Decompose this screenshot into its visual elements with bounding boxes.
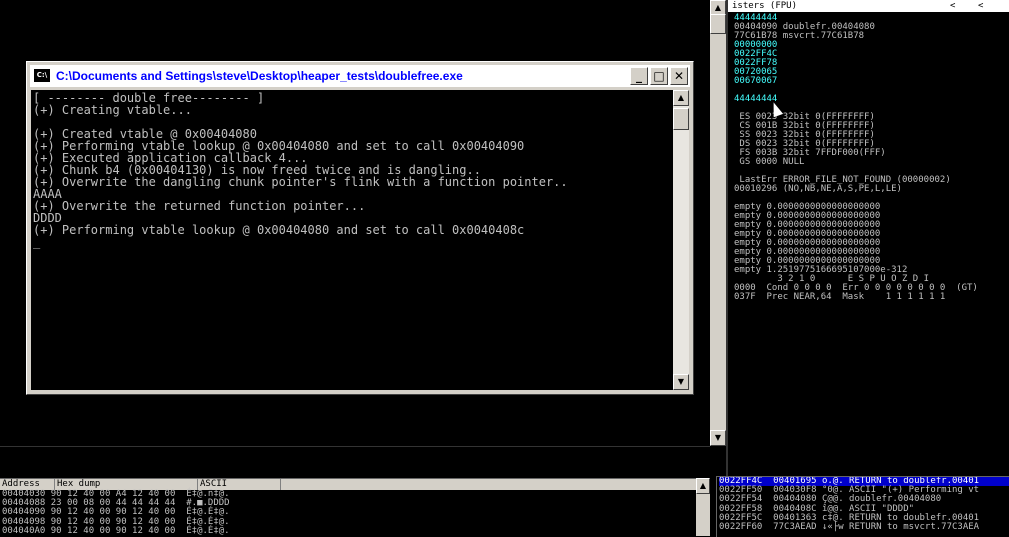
maximize-button[interactable]: □ [650,67,668,85]
console-line: _ [33,235,41,249]
register-line[interactable]: GS 0000 NULL [734,158,1005,167]
hex-dump-scrollbar[interactable]: ▲ [696,478,710,536]
hex-dump-row[interactable]: 004040A0 90 12 40 00 90 12 40 00 É‡@.É‡@… [2,526,696,536]
console-scroll-up-button[interactable]: ▲ [673,90,689,106]
register-line[interactable]: 00010296 (NO,NB,NE,A,S,PE,L,LE) [734,185,1005,194]
console-titlebar[interactable]: C:\ C:\Documents and Settings\steve\Desk… [30,65,690,87]
disassembly-scrollbar[interactable]: ▲ ▼ [710,0,726,446]
info-pane [0,446,710,477]
console-window[interactable]: C:\ C:\Documents and Settings\steve\Desk… [26,61,694,395]
console-line: (+) Performing vtable lookup @ 0x0040408… [33,223,525,237]
registers-pane[interactable]: isters (FPU) < < 44444444 00404090 double… [726,0,1009,476]
register-line[interactable]: 00670067 [734,77,1005,86]
console-line: (+) Overwrite the dangling chunk pointer… [33,175,568,189]
scroll-down-button[interactable]: ▼ [710,430,726,446]
registers-nav-right-button[interactable]: < [978,0,983,12]
stack-rows: 0022FF4C 00401695 ò.@. RETURN to doublef… [717,477,1009,532]
hex-dump-pane[interactable]: Address Hex dump ASCII 00404030 90 12 40… [0,478,696,537]
stack-pane[interactable]: 0022FF4C 00401695 ò.@. RETURN to doublef… [716,476,1009,537]
close-button[interactable]: ✕ [670,67,688,85]
minimize-button[interactable]: _ [630,67,648,85]
registers-list: 44444444 00404090 doublefr.00404080 77C61B… [728,12,1009,304]
console-output[interactable]: [ -------- double free-------- ] (+) Crea… [31,90,673,390]
registers-title: isters (FPU) [732,1,798,11]
hex-dump-rows: 00404030 90 12 40 00 A4 12 40 00 É‡@.ñ‡@… [0,489,696,536]
dump-scroll-up-button[interactable]: ▲ [696,478,710,494]
console-line: (+) Overwrite the returned function poin… [33,199,366,213]
console-title: C:\Documents and Settings\steve\Desktop\… [56,69,463,83]
console-scroll-down-button[interactable]: ▼ [673,374,689,390]
console-line: (+) Creating vtable... [33,103,192,117]
registers-header: isters (FPU) < < [728,0,1009,12]
stack-row[interactable]: 0022FF60 77C3AEAD ↓«├w RETURN to msvcrt.… [719,522,1009,532]
scroll-thumb[interactable] [710,14,726,34]
register-line[interactable]: 037F Prec NEAR,64 Mask 1 1 1 1 1 1 [734,293,1005,302]
console-scroll-thumb[interactable] [673,108,689,130]
console-scrollbar[interactable]: ▲ ▼ [673,90,689,390]
registers-nav-left-button[interactable]: < [950,0,955,12]
console-app-icon[interactable]: C:\ [34,69,50,82]
console-text: [ -------- double free-------- ] (+) Crea… [31,90,673,248]
